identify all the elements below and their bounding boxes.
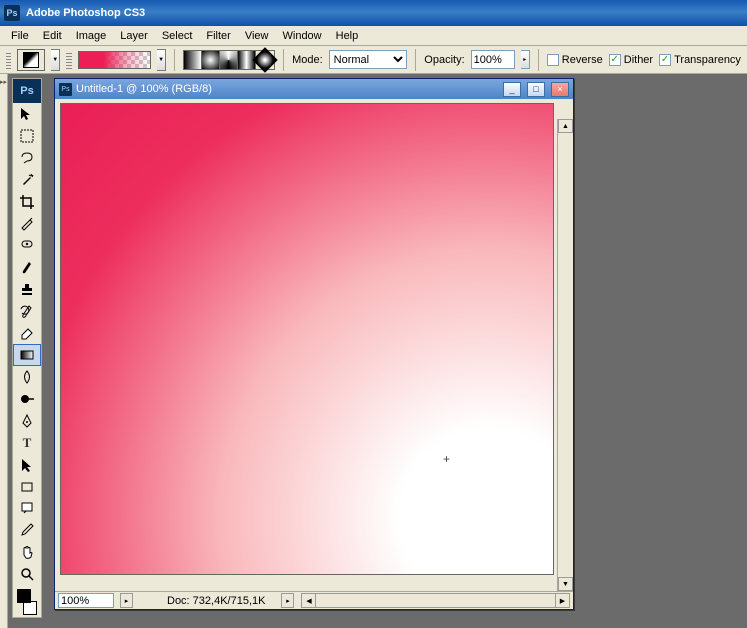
reverse-checkbox[interactable]: Reverse	[547, 54, 603, 66]
menu-edit[interactable]: Edit	[36, 30, 69, 42]
canvas[interactable]: +	[60, 103, 554, 575]
toolbox-header-icon[interactable]: Ps	[13, 79, 41, 103]
document-icon: Ps	[59, 83, 72, 96]
maximize-button[interactable]: □	[527, 82, 545, 97]
scroll-right-icon[interactable]: ▶	[555, 594, 569, 607]
blur-tool[interactable]	[13, 366, 41, 388]
left-dock-ribbon[interactable]: ▸▸	[0, 74, 8, 628]
reverse-label: Reverse	[562, 54, 603, 66]
tool-preset-picker[interactable]	[17, 49, 45, 71]
color-swatches[interactable]	[13, 589, 41, 617]
shape-tool[interactable]	[13, 476, 41, 498]
scroll-down-icon[interactable]: ▼	[558, 577, 573, 591]
slice-tool[interactable]	[13, 213, 41, 235]
separator	[538, 49, 539, 71]
foreground-color-swatch[interactable]	[17, 589, 31, 603]
mode-label: Mode:	[292, 54, 323, 66]
menu-bar: File Edit Image Layer Select Filter View…	[0, 26, 747, 46]
tool-preset-dropdown[interactable]: ▼	[51, 49, 60, 71]
options-bar-grip[interactable]	[6, 51, 11, 69]
separator	[283, 49, 284, 71]
gradient-diamond[interactable]	[256, 51, 274, 69]
dither-checkbox[interactable]: ✓ Dither	[609, 54, 653, 66]
gradient-angle[interactable]	[220, 51, 238, 69]
doc-info: Doc: 732,4K/715,1K	[167, 595, 265, 607]
eyedropper-tool[interactable]	[13, 519, 41, 541]
document-status-bar: ▸ Doc: 732,4K/715,1K ▸ ◀ ▶	[55, 591, 573, 609]
canvas-container: + ▲ ▼ ▸ Doc: 732,4K/715,1K ▸ ◀ ▶	[55, 99, 573, 609]
options-grip-2[interactable]	[66, 51, 71, 69]
pen-tool[interactable]	[13, 410, 41, 432]
separator	[174, 49, 175, 71]
close-button[interactable]: ×	[551, 82, 569, 97]
app-title-bar: Ps Adobe Photoshop CS3	[0, 0, 747, 26]
document-window: Ps Untitled-1 @ 100% (RGB/8) _ □ × + ▲ ▼…	[54, 78, 574, 610]
gradient-picker-dropdown[interactable]: ▼	[157, 49, 166, 71]
opacity-flyout[interactable]: ▸	[521, 50, 530, 69]
transparency-label: Transparency	[674, 54, 741, 66]
menu-view[interactable]: View	[238, 30, 276, 42]
minimize-button[interactable]: _	[503, 82, 521, 97]
history-brush-tool[interactable]	[13, 300, 41, 322]
checkbox-box: ✓	[659, 54, 671, 66]
magic-wand-tool[interactable]	[13, 169, 41, 191]
zoom-tool[interactable]	[13, 563, 41, 585]
gradient-tool[interactable]	[13, 344, 41, 366]
menu-image[interactable]: Image	[69, 30, 114, 42]
brush-tool[interactable]	[13, 256, 41, 278]
blend-mode-select[interactable]: Normal	[329, 50, 408, 69]
dither-label: Dither	[624, 54, 653, 66]
move-tool[interactable]	[13, 103, 41, 125]
menu-layer[interactable]: Layer	[113, 30, 155, 42]
horizontal-scrollbar[interactable]: ◀ ▶	[301, 593, 570, 608]
gradient-preview[interactable]	[78, 51, 151, 69]
menu-select[interactable]: Select	[155, 30, 200, 42]
menu-window[interactable]: Window	[276, 30, 329, 42]
dodge-tool[interactable]	[13, 388, 41, 410]
document-title-bar[interactable]: Ps Untitled-1 @ 100% (RGB/8) _ □ ×	[55, 79, 573, 99]
menu-filter[interactable]: Filter	[199, 30, 237, 42]
transparency-checkbox[interactable]: ✓ Transparency	[659, 54, 741, 66]
status-menu-button[interactable]: ▸	[120, 593, 133, 608]
doc-info-menu-button[interactable]: ▸	[281, 593, 294, 608]
type-tool[interactable]: T	[13, 432, 41, 454]
chevron-right-icon: ▸▸	[0, 78, 7, 86]
workspace: ▸▸ Ps T Ps Untitled-1	[0, 74, 747, 628]
document-area: Ps Untitled-1 @ 100% (RGB/8) _ □ × + ▲ ▼…	[42, 74, 747, 628]
crosshair-icon: +	[443, 452, 450, 466]
zoom-field[interactable]	[58, 593, 114, 608]
checkbox-box	[547, 54, 559, 66]
eraser-tool[interactable]	[13, 322, 41, 344]
healing-brush-tool[interactable]	[13, 234, 41, 256]
toolbox: Ps T	[12, 78, 42, 618]
scroll-left-icon[interactable]: ◀	[302, 594, 316, 607]
separator	[415, 49, 416, 71]
app-icon: Ps	[4, 5, 20, 21]
lasso-tool[interactable]	[13, 147, 41, 169]
opacity-field[interactable]	[471, 50, 515, 69]
stamp-tool[interactable]	[13, 278, 41, 300]
path-selection-tool[interactable]	[13, 454, 41, 476]
gradient-type-group	[183, 50, 275, 70]
notes-tool[interactable]	[13, 498, 41, 520]
options-bar: ▼ ▼ Mode: Normal Opacity: ▸ Reverse ✓ Di…	[0, 46, 747, 74]
app-title: Adobe Photoshop CS3	[26, 7, 145, 19]
hand-tool[interactable]	[13, 541, 41, 563]
checkbox-box: ✓	[609, 54, 621, 66]
marquee-tool[interactable]	[13, 125, 41, 147]
gradient-radial[interactable]	[202, 51, 220, 69]
crop-tool[interactable]	[13, 191, 41, 213]
vertical-scrollbar[interactable]: ▲ ▼	[557, 119, 573, 591]
scroll-up-icon[interactable]: ▲	[558, 119, 573, 133]
menu-help[interactable]: Help	[329, 30, 366, 42]
menu-file[interactable]: File	[4, 30, 36, 42]
opacity-label: Opacity:	[424, 54, 464, 66]
gradient-linear[interactable]	[184, 51, 202, 69]
document-title: Untitled-1 @ 100% (RGB/8)	[76, 83, 212, 95]
